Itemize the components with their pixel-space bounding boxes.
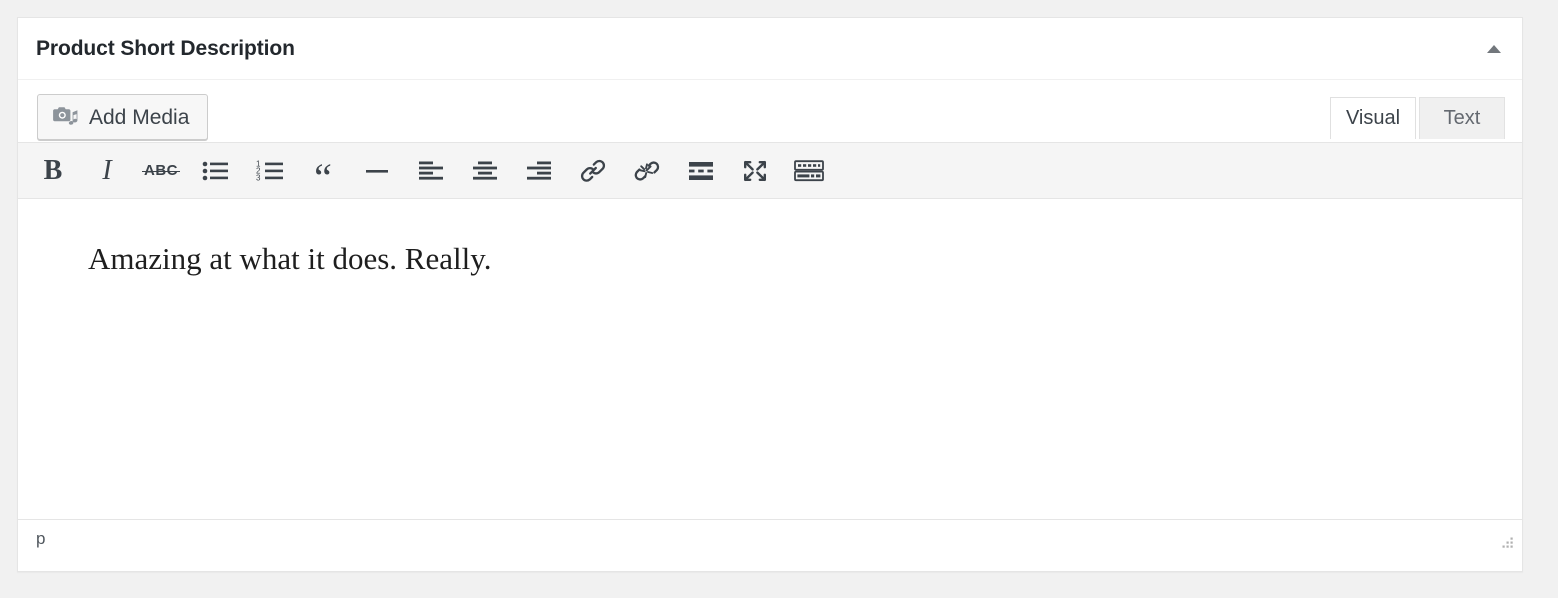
tab-visual[interactable]: Visual: [1330, 97, 1416, 139]
horizontal-rule-button[interactable]: [350, 149, 404, 193]
add-media-label: Add Media: [89, 105, 190, 129]
formatting-toolbar: B I ABC 1 2 3 “: [18, 142, 1522, 199]
toolbar-toggle-icon: [794, 159, 824, 182]
italic-icon: I: [102, 154, 112, 186]
bulleted-list-button[interactable]: [188, 149, 242, 193]
align-right-button[interactable]: [512, 149, 566, 193]
fullscreen-button[interactable]: [728, 149, 782, 193]
page-title: Product Short Description: [36, 37, 295, 60]
align-center-icon: [472, 160, 498, 182]
numbered-list-icon: 1 2 3: [256, 160, 283, 182]
tab-text[interactable]: Text: [1419, 97, 1505, 139]
wp-editor-wrap: Add Media Visual Text B I ABC 1 2 3 “ Am…: [18, 80, 1522, 557]
align-center-button[interactable]: [458, 149, 512, 193]
resize-grip-icon[interactable]: [1496, 533, 1516, 553]
read-more-icon: [688, 160, 714, 182]
element-path[interactable]: p: [36, 528, 45, 550]
horizontal-rule-icon: [364, 160, 390, 182]
editor-top-bar: Add Media Visual Text: [18, 80, 1522, 142]
blockquote-icon: “: [314, 154, 332, 200]
collapse-toggle-button[interactable]: [1474, 29, 1514, 69]
insert-read-more-button[interactable]: [674, 149, 728, 193]
editor-content-area[interactable]: Amazing at what it does. Really.: [18, 199, 1522, 519]
align-left-icon: [418, 160, 444, 182]
insert-link-button[interactable]: [566, 149, 620, 193]
caret-up-icon: [1487, 45, 1501, 53]
bold-button[interactable]: B: [26, 149, 80, 193]
svg-text:3: 3: [256, 173, 261, 182]
add-media-button[interactable]: Add Media: [37, 94, 209, 140]
fullscreen-expand-icon: [742, 159, 768, 183]
bold-icon: B: [43, 154, 63, 186]
strikethrough-icon: ABC: [142, 162, 180, 179]
toolbar-toggle-button[interactable]: [782, 149, 836, 193]
editor-status-bar: p: [18, 519, 1522, 557]
link-icon: [579, 158, 607, 184]
metabox-header: Product Short Description: [18, 18, 1522, 80]
strikethrough-button[interactable]: ABC: [134, 149, 188, 193]
editor-mode-tabs: Visual Text: [1327, 97, 1505, 139]
bullet-list-icon: [202, 160, 228, 182]
media-camera-note-icon: [53, 106, 78, 129]
unlink-button[interactable]: [620, 149, 674, 193]
italic-button[interactable]: I: [80, 149, 134, 193]
numbered-list-button[interactable]: 1 2 3: [242, 149, 296, 193]
align-right-icon: [526, 160, 552, 182]
blockquote-button[interactable]: “: [296, 149, 350, 200]
editor-body[interactable]: Amazing at what it does. Really.: [18, 199, 1522, 292]
align-left-button[interactable]: [404, 149, 458, 193]
product-short-description-metabox: Product Short Description Add Media Visu…: [17, 17, 1523, 572]
content-paragraph[interactable]: Amazing at what it does. Really.: [88, 237, 1452, 282]
unlink-icon: [633, 158, 661, 184]
